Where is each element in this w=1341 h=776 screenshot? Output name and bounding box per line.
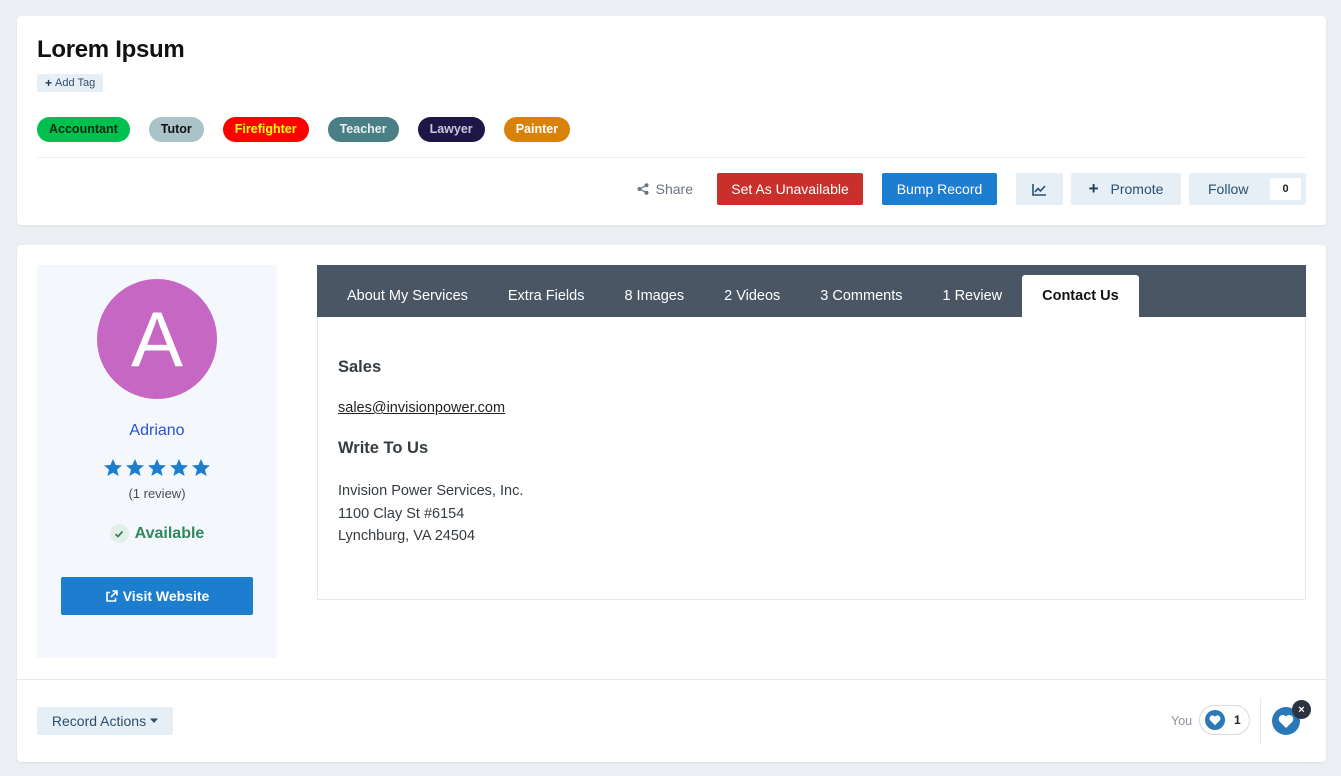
star-icon: [170, 459, 188, 476]
record-header: Lorem Ipsum + Add Tag Accountant Tutor Fir…: [17, 16, 1326, 225]
star-rating: [37, 458, 277, 478]
analytics-button[interactable]: [1016, 173, 1063, 205]
address-line: Lynchburg, VA 24504: [338, 528, 476, 544]
record-actions-menu[interactable]: Record Actions: [37, 707, 173, 735]
tag-painter[interactable]: Painter: [503, 117, 571, 142]
tab-about-my-services[interactable]: About My Services: [327, 275, 488, 317]
star-icon: [126, 459, 144, 476]
share-icon: [637, 183, 649, 195]
star-icon: [148, 459, 166, 476]
heart-icon: [1205, 710, 1225, 730]
record-actions-label: Record Actions: [51, 713, 147, 729]
page-title: Lorem Ipsum: [37, 36, 185, 63]
share-label: Share: [655, 181, 693, 197]
record-tabs: About My Services Extra Fields 8 Images 2 V…: [317, 265, 1306, 317]
tag-firefighter[interactable]: Firefighter: [222, 117, 309, 142]
line-chart-icon: [1032, 183, 1046, 196]
sales-heading: Sales: [338, 358, 382, 376]
plus-icon: +: [45, 76, 53, 90]
record-body: A Adriano (1 review) Available Visit Web…: [17, 245, 1326, 762]
add-tag-label: Add Tag: [55, 77, 96, 89]
follower-count: 0: [1270, 178, 1301, 200]
address-line: Invision Power Services, Inc.: [338, 483, 524, 499]
contact-tab-panel: Sales sales@invisionpower.com Write To U…: [317, 317, 1306, 600]
reaction-count: 1: [1234, 713, 1241, 727]
author-link[interactable]: Adriano: [37, 422, 277, 440]
avatar[interactable]: A: [97, 279, 217, 399]
reacted-by-label[interactable]: You: [1171, 714, 1192, 728]
author-profile: A Adriano (1 review) Available Visit Web…: [37, 265, 277, 658]
set-unavailable-button[interactable]: Set As Unavailable: [717, 173, 863, 205]
remove-reaction-button[interactable]: ×: [1292, 700, 1311, 719]
divider: [37, 157, 1306, 158]
tab-extra-fields[interactable]: Extra Fields: [488, 275, 605, 317]
promote-button[interactable]: + Promote: [1071, 173, 1181, 205]
tab-2-videos[interactable]: 2 Videos: [704, 275, 800, 317]
postal-address: Invision Power Services, Inc. 1100 Clay S…: [338, 480, 523, 548]
tag-teacher[interactable]: Teacher: [327, 117, 399, 142]
visit-website-label: Visit Website: [122, 588, 210, 604]
divider: [1260, 698, 1261, 744]
external-link-icon: [105, 589, 118, 602]
divider: [17, 679, 1326, 680]
star-icon: [104, 459, 122, 476]
caret-down-icon: [150, 718, 159, 723]
share-button[interactable]: Share: [637, 181, 693, 197]
follow-label: Follow: [1208, 181, 1249, 197]
visit-website-button[interactable]: Visit Website: [61, 577, 253, 615]
availability-label: Available: [134, 524, 205, 542]
tag-tutor[interactable]: Tutor: [148, 117, 204, 142]
plus-icon: +: [1088, 179, 1099, 198]
tab-3-comments[interactable]: 3 Comments: [800, 275, 922, 317]
record-toolbar: Share Set As Unavailable Bump Record + P…: [637, 173, 1306, 205]
bump-record-button[interactable]: Bump Record: [882, 173, 997, 205]
address-line: 1100 Clay St #6154: [338, 505, 465, 522]
availability-status: Available: [37, 524, 277, 543]
tag-lawyer[interactable]: Lawyer: [417, 117, 485, 142]
write-heading: Write To Us: [338, 439, 429, 457]
tag-list: Accountant Tutor Firefighter Teacher Lawyer P…: [37, 117, 571, 142]
sales-email-link[interactable]: sales@invisionpower.com: [338, 400, 505, 416]
review-count: (1 review): [128, 486, 186, 501]
tab-1-review[interactable]: 1 Review: [922, 275, 1022, 317]
follow-button[interactable]: Follow 0: [1189, 173, 1306, 205]
check-icon: [109, 524, 129, 543]
promote-label: Promote: [1110, 181, 1164, 197]
star-icon: [192, 459, 210, 476]
tag-accountant[interactable]: Accountant: [37, 117, 130, 142]
tab-8-images[interactable]: 8 Images: [604, 275, 704, 317]
add-tag-button[interactable]: + Add Tag: [37, 74, 104, 92]
reaction-summary[interactable]: 1: [1199, 705, 1250, 735]
tab-contact-us[interactable]: Contact Us: [1022, 275, 1139, 317]
